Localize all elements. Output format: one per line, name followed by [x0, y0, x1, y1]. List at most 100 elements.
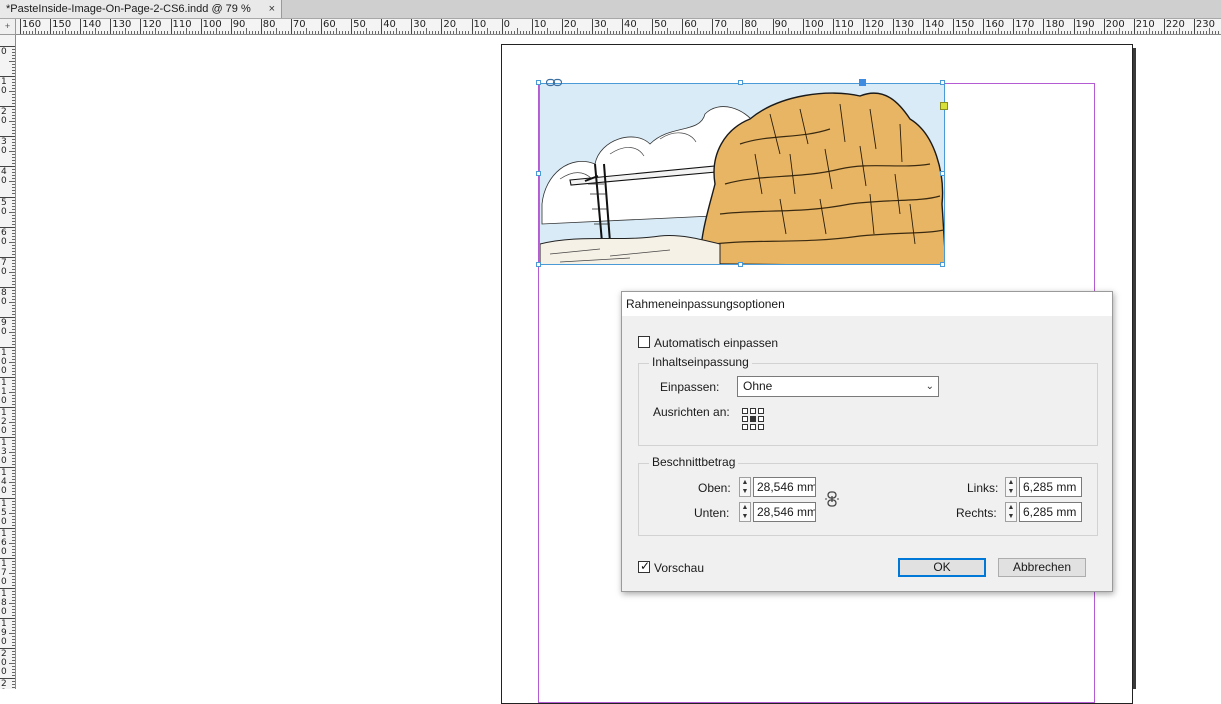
top-spinner[interactable]: ▲▼ [739, 477, 751, 497]
frame-handle-bottom-center[interactable] [738, 262, 743, 267]
ruler-label: 190 [1, 620, 9, 647]
ruler-minor-tick [12, 476, 15, 477]
ruler-minor-tick [204, 31, 205, 34]
ruler-minor-tick [12, 591, 15, 592]
ruler-minor-tick [12, 582, 15, 583]
ruler-minor-tick [797, 31, 798, 34]
ruler-minor-tick [1212, 31, 1213, 34]
ruler-minor-tick [809, 31, 810, 34]
frame-handle-bottom-right[interactable] [940, 262, 945, 267]
spinner-up-icon[interactable]: ▲ [740, 478, 750, 487]
preview-checkbox[interactable]: ✓ [638, 561, 650, 573]
vertical-ruler[interactable]: 0102030405060708090100110120130140150160… [0, 35, 16, 689]
ruler-minor-tick [12, 320, 15, 321]
top-input[interactable]: 28,546 mm [753, 477, 816, 497]
frame-handle-middle-right[interactable] [940, 171, 945, 176]
ruler-minor-tick [12, 546, 15, 547]
frame-handle-top-center[interactable] [738, 80, 743, 85]
ruler-minor-tick [670, 31, 671, 34]
frame-handle-top-left[interactable] [536, 80, 541, 85]
ruler-minor-tick [12, 260, 15, 261]
bottom-spinner[interactable]: ▲▼ [739, 502, 751, 522]
ruler-minor-tick [905, 31, 906, 34]
ruler-minor-tick [333, 31, 334, 34]
ruler-minor-tick [9, 422, 15, 423]
horizontal-ruler[interactable]: 1601501401301201101009080706050403020100… [16, 19, 1221, 35]
spinner-down-icon[interactable]: ▼ [1006, 512, 1016, 521]
ruler-label: 210 [1, 680, 9, 689]
ruler-minor-tick [484, 31, 485, 34]
ruler-minor-tick [12, 425, 15, 426]
cancel-button[interactable]: Abbrechen [998, 558, 1086, 577]
ruler-origin-corner[interactable]: + [0, 19, 16, 35]
frame-handle-top-right[interactable] [940, 80, 945, 85]
frame-handle-middle-left[interactable] [536, 171, 541, 176]
ruler-minor-tick [965, 31, 966, 34]
ruler-minor-tick [285, 31, 286, 34]
ruler-minor-tick [9, 151, 15, 152]
spinner-down-icon[interactable]: ▼ [740, 487, 750, 496]
link-icon[interactable] [546, 78, 562, 87]
ok-button[interactable]: OK [898, 558, 986, 577]
right-input[interactable]: 6,285 mm [1019, 502, 1082, 522]
ruler-major-tick [321, 19, 322, 34]
ruler-minor-tick [219, 31, 220, 34]
ruler-minor-tick [12, 94, 15, 95]
reference-point-top-right[interactable] [758, 408, 764, 414]
spinner-down-icon[interactable]: ▼ [1006, 487, 1016, 496]
ruler-minor-tick [255, 31, 256, 34]
reference-point-top-center[interactable] [750, 408, 756, 414]
ruler-minor-tick [854, 31, 855, 34]
spinner-up-icon[interactable]: ▲ [1006, 503, 1016, 512]
right-spinner[interactable]: ▲▼ [1005, 502, 1017, 522]
reference-point-bottom-left[interactable] [742, 424, 748, 430]
ruler-minor-tick [101, 31, 102, 34]
content-grabber-handle[interactable] [859, 79, 866, 86]
bottom-input[interactable]: 28,546 mm [753, 502, 816, 522]
ruler-minor-tick [745, 31, 746, 34]
ruler-minor-tick [68, 31, 69, 34]
image-frame[interactable] [539, 83, 945, 265]
ruler-minor-tick [1061, 31, 1062, 34]
ruler-minor-tick [962, 31, 963, 34]
ruler-minor-tick [1113, 31, 1114, 34]
ruler-major-tick [502, 19, 503, 34]
ruler-minor-tick [213, 31, 214, 34]
corner-options-handle[interactable] [940, 102, 948, 110]
ruler-minor-tick [12, 507, 15, 508]
close-icon[interactable]: × [269, 0, 275, 18]
ruler-major-tick [983, 19, 984, 34]
ruler-major-tick [1013, 19, 1014, 34]
ruler-minor-tick [393, 31, 394, 34]
reference-point-icon[interactable] [742, 408, 764, 430]
reference-point-center[interactable] [750, 416, 756, 422]
reference-point-bottom-center[interactable] [750, 424, 756, 430]
spinner-up-icon[interactable]: ▲ [740, 503, 750, 512]
reference-point-middle-left[interactable] [742, 416, 748, 422]
ruler-minor-tick [649, 31, 650, 34]
auto-fit-checkbox[interactable] [638, 336, 650, 348]
spinner-up-icon[interactable]: ▲ [1006, 478, 1016, 487]
chain-link-icon[interactable] [825, 491, 839, 507]
left-spinner[interactable]: ▲▼ [1005, 477, 1017, 497]
ruler-label: 60 [684, 20, 697, 30]
ruler-minor-tick [1077, 31, 1078, 34]
reference-point-top-left[interactable] [742, 408, 748, 414]
ruler-label: 180 [1, 590, 9, 617]
ruler-minor-tick [12, 215, 15, 216]
document-tab[interactable]: *PasteInside-Image-On-Page-2-CS6.indd @ … [0, 0, 282, 18]
ruler-minor-tick [12, 449, 15, 450]
ruler-minor-tick [730, 31, 731, 34]
ruler-label: 30 [413, 20, 426, 30]
ruler-minor-tick [9, 543, 15, 544]
left-input[interactable]: 6,285 mm [1019, 477, 1082, 497]
ruler-minor-tick [26, 31, 27, 34]
ruler-minor-tick [408, 31, 409, 34]
ruler-minor-tick [12, 645, 15, 646]
spinner-down-icon[interactable]: ▼ [740, 512, 750, 521]
frame-handle-bottom-left[interactable] [536, 262, 541, 267]
ruler-minor-tick [12, 49, 15, 50]
reference-point-middle-right[interactable] [758, 416, 764, 422]
fit-select[interactable]: Ohne ⌄ [737, 376, 939, 397]
reference-point-bottom-right[interactable] [758, 424, 764, 430]
